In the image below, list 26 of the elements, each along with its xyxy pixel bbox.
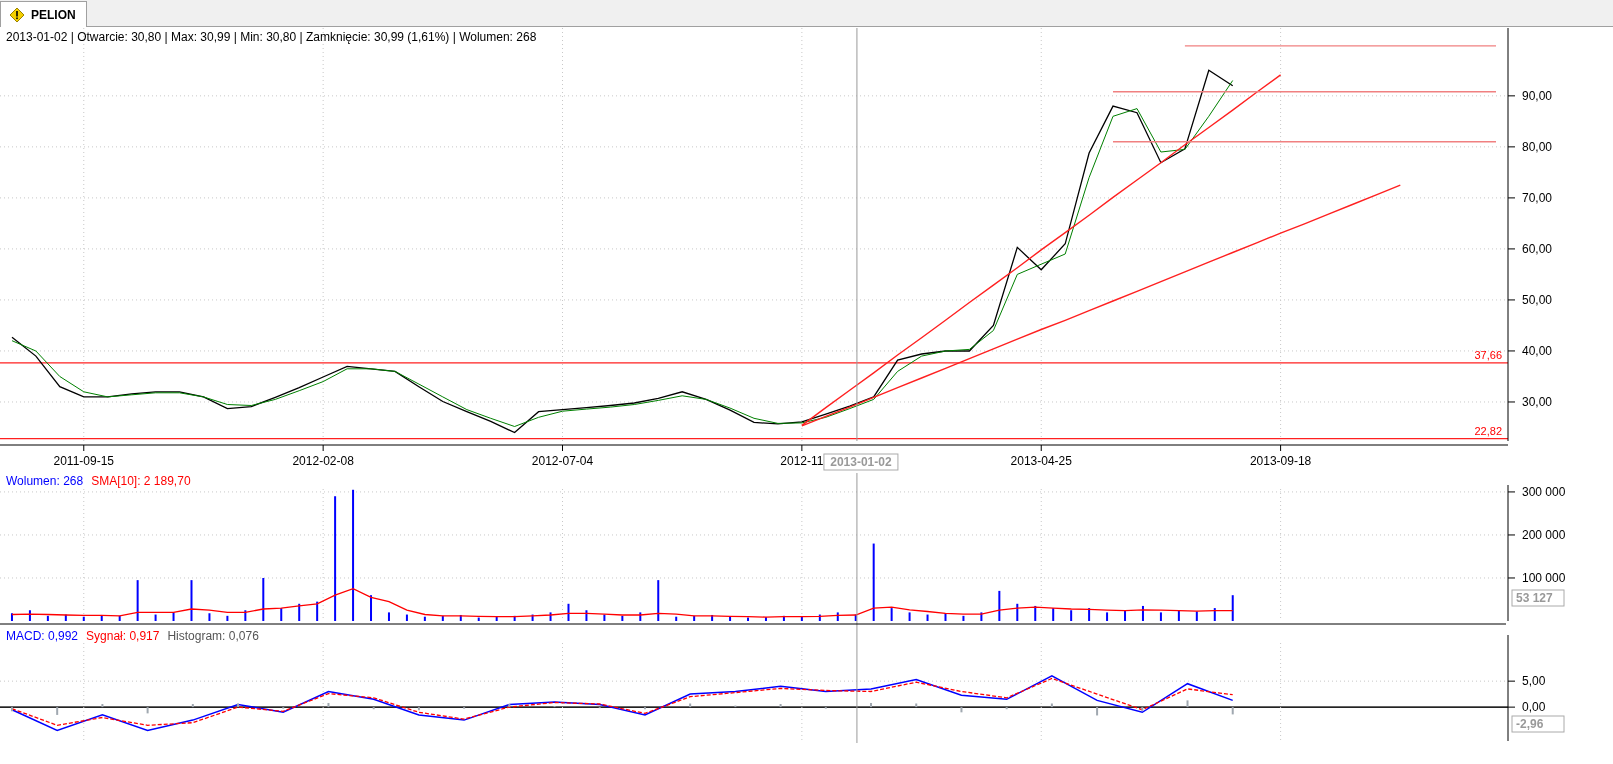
axis-label: 90,00 [1522,88,1553,103]
axis-label: 50,00 [1522,292,1553,307]
axis-label: 2012-11 [780,454,824,468]
macd-legend: MACD: 0,992 Sygnał: 0,917 Histogram: 0,076 [6,629,259,643]
level-label: 37,66 [1474,348,1502,361]
axis-label: 60,00 [1522,241,1553,256]
axis-label: 0,00 [1522,700,1546,715]
axis-label: 40,00 [1522,343,1553,358]
axis-label: 80,00 [1522,139,1553,154]
axis-label: 2013-04-25 [1010,454,1072,468]
axis-label: 2012-02-08 [292,454,354,468]
axis-label: 300 000 [1522,484,1566,499]
axis-label: 70,00 [1522,190,1553,205]
current-value-label: -2,96 [1511,715,1565,733]
axis-label: 30,00 [1522,394,1553,409]
axis-label: 200 000 [1522,527,1566,542]
level-label: 22,82 [1474,424,1502,437]
axis-label: 2013-09-18 [1249,454,1312,468]
price-info-text: 2013-01-02 | Otwarcie: 30,80 | Max: 30,99 | Min: 30,80 | Zamknięcie: 30,99 (1,61%) | Wolumen: 268 [6,30,537,44]
crosshair-date-label: 2013-01-02 [823,453,899,471]
axis-label: 5,00 [1522,674,1546,689]
axis-label: 2012-07-04 [531,454,594,468]
volume-legend: Wolumen: 268 SMA[10]: 2 189,70 [6,474,191,488]
axis-label: 100 000 [1522,571,1566,585]
current-value-label: 53 127 [1511,589,1565,607]
axis-label: 2011-09-15 [53,454,115,468]
